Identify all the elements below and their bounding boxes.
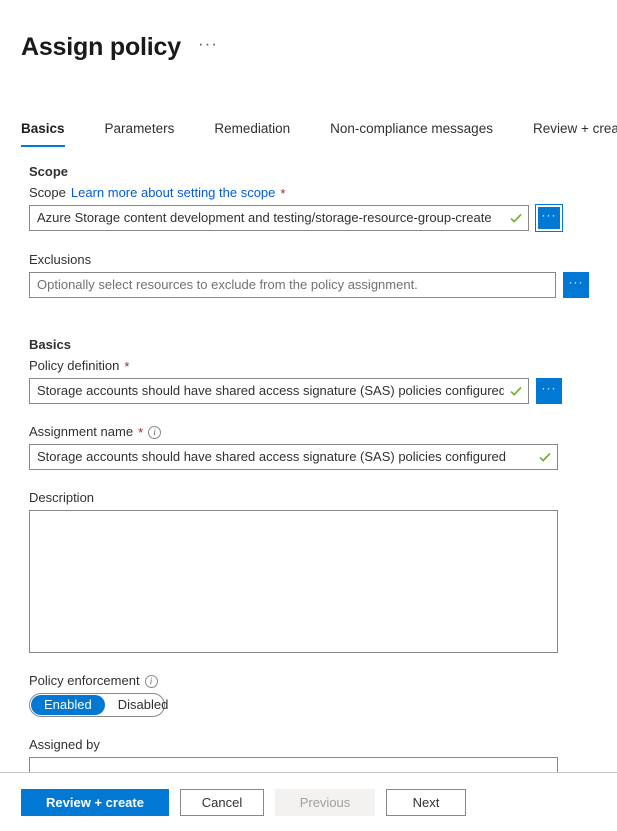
policy-definition-browse-button[interactable]: ···	[536, 378, 562, 404]
policy-definition-label-text: Policy definition	[29, 357, 119, 375]
policy-enforcement-option-enabled[interactable]: Enabled	[31, 695, 105, 715]
valid-check-icon	[508, 210, 524, 226]
policy-enforcement-field-label: Policy enforcement i	[29, 672, 589, 690]
exclusions-placeholder-text: Optionally select resources to exclude f…	[37, 277, 551, 293]
policy-enforcement-option-disabled[interactable]: Disabled	[105, 695, 182, 715]
scope-section-heading: Scope	[29, 163, 589, 181]
policy-enforcement-toggle[interactable]: Enabled Disabled	[29, 693, 165, 717]
scope-field-label: Scope Learn more about setting the scope…	[29, 184, 589, 202]
basics-section-heading: Basics	[29, 336, 589, 354]
scope-learn-more-link[interactable]: Learn more about setting the scope	[71, 184, 276, 202]
policy-enforcement-label-text: Policy enforcement	[29, 672, 140, 690]
tab-basics[interactable]: Basics	[21, 120, 65, 147]
policy-definition-input[interactable]: Storage accounts should have shared acce…	[29, 378, 529, 404]
scope-input-row: Azure Storage content development and te…	[29, 205, 589, 231]
exclusions-field-label: Exclusions	[29, 251, 589, 269]
scope-browse-button[interactable]: ···	[536, 205, 562, 231]
exclusions-input[interactable]: Optionally select resources to exclude f…	[29, 272, 556, 298]
exclusions-label-text: Exclusions	[29, 251, 91, 269]
assignment-name-input-row: Storage accounts should have shared acce…	[29, 444, 589, 470]
title-row: Assign policy ···	[21, 32, 221, 62]
assignment-name-input[interactable]: Storage accounts should have shared acce…	[29, 444, 558, 470]
page-title: Assign policy	[21, 32, 181, 62]
exclusions-input-row: Optionally select resources to exclude f…	[29, 272, 589, 298]
cancel-button[interactable]: Cancel	[180, 789, 264, 816]
tab-remediation[interactable]: Remediation	[214, 120, 290, 147]
previous-button: Previous	[275, 789, 375, 816]
policy-definition-input-row: Storage accounts should have shared acce…	[29, 378, 589, 404]
scope-input[interactable]: Azure Storage content development and te…	[29, 205, 529, 231]
info-icon[interactable]: i	[148, 426, 161, 439]
assigned-by-field-label: Assigned by	[29, 736, 589, 754]
scope-required-asterisk: *	[280, 187, 285, 200]
scope-input-value: Azure Storage content development and te…	[37, 210, 504, 226]
assignment-name-required-asterisk: *	[138, 426, 143, 439]
valid-check-icon	[508, 383, 524, 399]
next-button[interactable]: Next	[386, 789, 466, 816]
valid-check-icon	[537, 449, 553, 465]
review-create-button[interactable]: Review + create	[21, 789, 169, 816]
wizard-tabs: Basics Parameters Remediation Non-compli…	[21, 120, 617, 147]
tab-non-compliance-messages[interactable]: Non-compliance messages	[330, 120, 493, 147]
description-label-text: Description	[29, 489, 94, 507]
policy-definition-field-label: Policy definition *	[29, 357, 589, 375]
assign-policy-blade: Assign policy ··· Basics Parameters Reme…	[0, 0, 617, 831]
wizard-footer: Review + create Cancel Previous Next	[0, 773, 617, 831]
assignment-name-field-label: Assignment name * i	[29, 423, 589, 441]
policy-definition-required-asterisk: *	[124, 360, 129, 373]
description-field-label: Description	[29, 489, 589, 507]
assignment-name-input-value: Storage accounts should have shared acce…	[37, 449, 533, 465]
tab-review-create[interactable]: Review + create	[533, 120, 617, 147]
policy-definition-input-value: Storage accounts should have shared acce…	[37, 383, 504, 399]
info-icon[interactable]: i	[145, 675, 158, 688]
description-textarea[interactable]	[29, 510, 558, 653]
tab-parameters[interactable]: Parameters	[105, 120, 175, 147]
scope-label-text: Scope	[29, 184, 66, 202]
assigned-by-label-text: Assigned by	[29, 736, 100, 754]
more-options-icon[interactable]: ···	[195, 35, 221, 59]
basics-form: Scope Scope Learn more about setting the…	[29, 163, 589, 783]
assignment-name-label-text: Assignment name	[29, 423, 133, 441]
exclusions-browse-button[interactable]: ···	[563, 272, 589, 298]
